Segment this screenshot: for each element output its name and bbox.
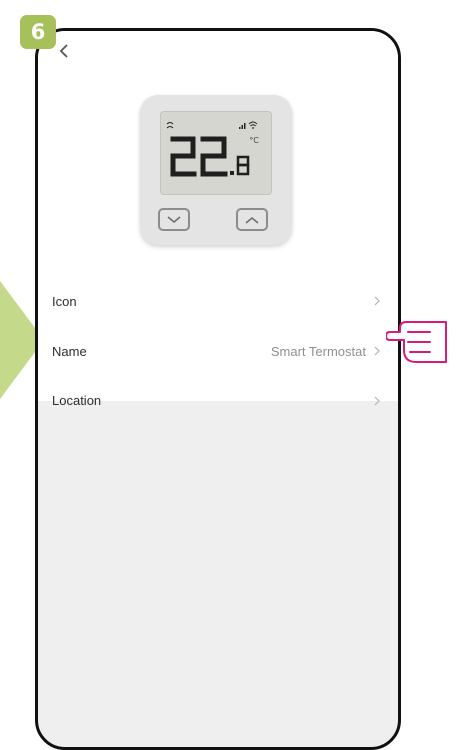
row-label: Icon	[52, 293, 77, 309]
back-chevron-icon[interactable]	[58, 44, 70, 58]
chevron-up-icon	[245, 216, 259, 224]
step-number-badge: 6	[20, 15, 56, 49]
wifi-icon	[248, 121, 258, 129]
decimal-point	[230, 171, 234, 175]
unit-label: °C	[249, 136, 259, 145]
thermostat-device-image: °C	[140, 95, 292, 245]
temperature-up-button	[236, 208, 268, 231]
device-settings-panel: °C Icon Name Smart Termostat Location	[38, 31, 398, 408]
chevron-right-icon	[374, 396, 380, 405]
decimal-digit	[236, 155, 250, 176]
row-label: Name	[52, 343, 87, 359]
temperature-down-button	[158, 208, 190, 231]
signal-icon	[239, 123, 246, 129]
phone-screen: °C Icon Name Smart Termostat Location	[35, 28, 401, 750]
chevron-down-icon	[167, 215, 181, 223]
chevron-right-icon	[374, 296, 380, 306]
mode-icon	[166, 122, 174, 129]
row-label: Location	[52, 393, 102, 408]
settings-row-location[interactable]: Location	[38, 388, 398, 413]
pointing-hand-icon	[386, 321, 447, 363]
temperature-readout: °C	[166, 121, 259, 177]
settings-row-icon[interactable]: Icon	[38, 276, 398, 326]
settings-row-name[interactable]: Name Smart Termostat	[38, 326, 398, 376]
lcd-display: °C	[160, 111, 272, 195]
temperature-digits	[170, 136, 228, 177]
device-name-value: Smart Termostat	[270, 343, 366, 359]
chevron-right-icon	[374, 346, 380, 356]
